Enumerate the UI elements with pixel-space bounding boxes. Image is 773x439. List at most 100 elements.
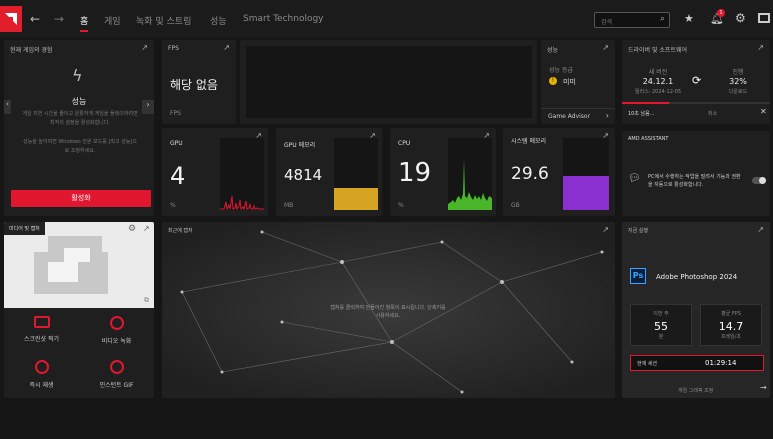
cpu-label: CPU <box>398 140 411 147</box>
lightning-icon: ϟ <box>72 66 83 85</box>
close-icon[interactable]: ✕ <box>760 107 767 116</box>
tab-smart-technology[interactable]: Smart Technology <box>243 14 324 24</box>
tab-games[interactable]: 게임 <box>104 14 121 27</box>
perf-panel-title: 성능 <box>547 47 559 54</box>
instant-replay-action[interactable]: 즉시 재생 <box>4 360 79 389</box>
weekly-time-label: 이번 주 <box>653 311 669 317</box>
system-memory-chart <box>563 138 609 210</box>
instant-replay-icon <box>34 360 49 374</box>
cpu-chart <box>448 138 492 210</box>
cpu-metric-panel: CPU ↗ 19 % <box>390 128 496 216</box>
expand-icon[interactable]: ↗ <box>757 43 764 52</box>
perf-grade-label: 성능 등급 <box>549 67 573 74</box>
gear-icon[interactable]: ⚙ <box>735 11 746 25</box>
average-fps-label: 평균 FPS <box>721 311 741 317</box>
gpu-label: GPU <box>170 140 183 147</box>
forward-icon[interactable]: → <box>54 12 64 26</box>
record-video-label: 비디오 녹화 <box>101 338 132 345</box>
cpu-series-area <box>448 158 492 210</box>
amd-logo[interactable] <box>0 6 22 32</box>
progress-value: 32% <box>729 77 747 86</box>
recent-capture-empty-text: 캡처를 클릭하여 만들어진 항목이 표시됩니다. 단축키를 사용하세요. <box>330 305 446 319</box>
now-running-panel: 지금 실행 ↗ Ps Adobe Photoshop 2024 이번 주 55 … <box>622 222 770 398</box>
gpu-memory-fill <box>334 188 378 210</box>
recent-capture-title: 최근에 캡처 <box>168 228 193 234</box>
game-panel-heading: 성능 <box>71 97 87 106</box>
fps-value: 해당 없음 <box>170 78 218 92</box>
system-memory-value: 29.6 <box>511 164 549 184</box>
assistant-toggle[interactable] <box>752 177 766 184</box>
amd-assistant-panel: AMD ASSISTANT 💬︎ PC에서 수행하는 작업을 빌려서 기능과 권… <box>622 131 770 216</box>
chat-icon: 💬︎ <box>628 173 641 184</box>
gpu-memory-unit: MB <box>284 202 294 209</box>
system-memory-label: 시스템 메모리 <box>511 138 547 145</box>
tab-performance[interactable]: 성능 <box>210 14 227 27</box>
gif-icon <box>109 360 124 374</box>
media-panel-title: 미디어 및 캡처 <box>4 222 45 235</box>
fps-chart-area <box>246 46 532 118</box>
record-video-action[interactable]: 비디오 녹화 <box>79 316 154 345</box>
screenshot-label: 스크린샷 찍기 <box>23 336 60 343</box>
progress-label: 진행 <box>732 69 744 76</box>
gpu-memory-metric-panel: GPU 메모리 ↗ 4814 MB <box>276 128 382 216</box>
gpu-metric-panel: GPU ↗ 4 % <box>162 128 268 216</box>
search-box[interactable]: 검색 ⌕ <box>594 12 670 28</box>
arrow-right-icon[interactable]: → <box>760 383 767 392</box>
driver-version: 24.12.1 <box>642 77 674 86</box>
cancel-download-button[interactable]: 취소 <box>708 110 717 117</box>
back-icon[interactable]: ← <box>30 12 40 26</box>
refresh-icon[interactable]: ⟳ <box>692 74 701 87</box>
gpu-memory-value: 4814 <box>284 166 323 184</box>
tab-record-stream[interactable]: 녹화 및 스트림 <box>136 14 191 27</box>
window-icon[interactable] <box>758 13 770 23</box>
external-icon[interactable]: ⧉ <box>144 296 149 305</box>
screenshot-action[interactable]: 스크린샷 찍기 <box>4 316 79 343</box>
gpu-memory-label: GPU 메모리 <box>284 142 316 149</box>
expand-icon[interactable]: ↗ <box>602 225 609 234</box>
game-panel-desc1: 게임 지연 시간을 줄이고 원활하게 게임을 플레이하려면 최적의 설정을 활성… <box>22 111 138 126</box>
progress-status: 다운로드 <box>728 89 748 95</box>
chevron-right-icon: › <box>605 111 609 120</box>
average-fps-unit: 프레임/초 <box>720 334 742 340</box>
game-advisor-label: Game Advisor <box>548 113 591 120</box>
gpu-chart <box>220 138 264 210</box>
download-progress-bar <box>622 102 770 104</box>
next-arrow-icon[interactable]: › <box>142 100 154 114</box>
prev-arrow-icon[interactable]: ‹ <box>4 100 11 114</box>
now-running-title: 지금 실행 <box>628 228 648 234</box>
top-bar: ← → 홈 게임 녹화 및 스트림 성능 Smart Technology 검색… <box>0 0 773 38</box>
weekly-time-value: 55 <box>654 320 668 333</box>
weekly-time-card: 이번 주 55 분 <box>630 304 692 346</box>
cpu-unit: % <box>398 202 404 209</box>
driver-panel-title: 드라이버 및 소프트웨어 <box>628 47 688 54</box>
media-preview[interactable]: 미디어 및 캡처 ⚙ ↗ ⧉ <box>4 222 154 308</box>
gpu-value: 4 <box>170 162 186 190</box>
assistant-text: PC에서 수행하는 작업을 빌려서 기능과 권환을 자동으로 활성화합니다. <box>648 174 741 188</box>
expand-icon[interactable]: ↗ <box>757 225 764 234</box>
graphics-settings-link[interactable]: 게임 그래픽 조정 <box>678 387 713 394</box>
recent-capture-panel: 최근에 캡처 ↗ 캡처를 클릭하여 만들어진 항목이 표시됩니다. 단축키를 사… <box>162 222 615 398</box>
search-icon[interactable]: ⌕ <box>660 14 665 24</box>
average-fps-card: 평균 FPS 14.7 프레임/초 <box>700 304 762 346</box>
star-icon[interactable]: ★ <box>684 12 694 25</box>
game-experience-panel: 현재 게임의 경험 ↗ ϟ 성능 ‹ › 게임 지연 시간을 줄이고 원활하게 … <box>4 40 154 216</box>
fps-unit: FPS <box>170 110 181 117</box>
expand-icon[interactable]: ↗ <box>223 43 230 52</box>
expand-icon[interactable]: ↗ <box>602 43 609 52</box>
gpu-series-line <box>220 195 264 210</box>
system-memory-unit: GB <box>511 202 520 209</box>
fps-chart-panel <box>240 40 537 124</box>
expand-icon[interactable]: ↗ <box>143 224 150 233</box>
warning-icon: ! <box>549 77 557 85</box>
panel-title: 현재 게임의 경험 <box>10 47 53 54</box>
activate-button[interactable]: 활성화 <box>11 190 151 207</box>
game-advisor-link[interactable]: Game Advisor › <box>541 108 615 124</box>
gpu-unit: % <box>170 202 176 209</box>
gpu-memory-chart <box>334 138 378 210</box>
tab-home[interactable]: 홈 <box>80 14 89 32</box>
gear-icon[interactable]: ⚙ <box>128 224 136 234</box>
perf-grade-value: 미미 <box>563 78 576 86</box>
app-name: Adobe Photoshop 2024 <box>656 273 738 281</box>
expand-icon[interactable]: ↗ <box>141 43 148 52</box>
instant-gif-action[interactable]: 인스턴트 GIF <box>79 360 154 389</box>
